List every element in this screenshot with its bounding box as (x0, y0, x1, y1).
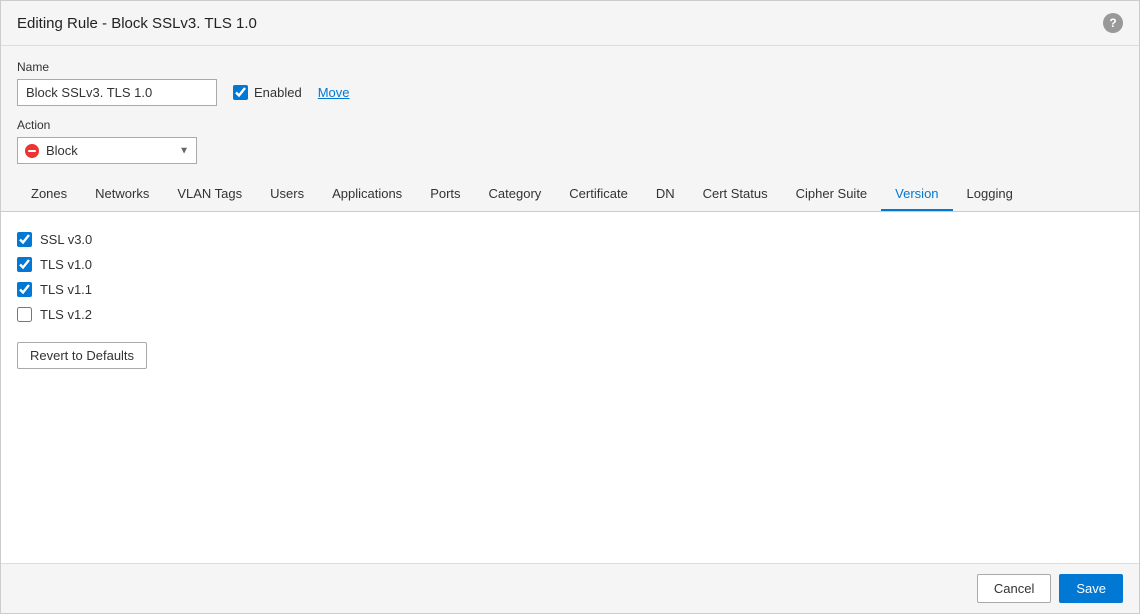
version-label-tls10: TLS v1.0 (40, 257, 92, 272)
tab-networks[interactable]: Networks (81, 178, 163, 211)
dialog-header: Editing Rule - Block SSLv3. TLS 1.0 ? (1, 1, 1139, 46)
name-input[interactable] (17, 79, 217, 106)
tab-applications[interactable]: Applications (318, 178, 416, 211)
tab-cert-status[interactable]: Cert Status (689, 178, 782, 211)
enabled-row: Enabled (233, 85, 302, 100)
tab-ports[interactable]: Ports (416, 178, 474, 211)
tab-category[interactable]: Category (475, 178, 556, 211)
version-item-tls10: TLS v1.0 (17, 257, 1123, 272)
help-icon[interactable]: ? (1103, 13, 1123, 33)
version-label-tls11: TLS v1.1 (40, 282, 92, 297)
tab-version[interactable]: Version (881, 178, 952, 211)
top-section: Name Enabled Move Action Block Allow Dec… (1, 46, 1139, 178)
save-button[interactable]: Save (1059, 574, 1123, 603)
tab-zones[interactable]: Zones (17, 178, 81, 211)
dialog-footer: Cancel Save (1, 563, 1139, 613)
tab-users[interactable]: Users (256, 178, 318, 211)
version-list: SSL v3.0 TLS v1.0 TLS v1.1 TLS v1.2 (17, 232, 1123, 322)
move-link[interactable]: Move (318, 85, 350, 100)
enabled-checkbox[interactable] (233, 85, 248, 100)
revert-to-defaults-button[interactable]: Revert to Defaults (17, 342, 147, 369)
checkbox-tls-v11[interactable] (17, 282, 32, 297)
tab-vlan-tags[interactable]: VLAN Tags (163, 178, 256, 211)
tab-dn[interactable]: DN (642, 178, 689, 211)
enabled-label: Enabled (254, 85, 302, 100)
action-select[interactable]: Block Allow Decrypt (17, 137, 197, 164)
version-item-tls11: TLS v1.1 (17, 282, 1123, 297)
version-item-tls12: TLS v1.2 (17, 307, 1123, 322)
checkbox-ssl-v3[interactable] (17, 232, 32, 247)
name-label: Name (17, 60, 1123, 74)
dialog: Editing Rule - Block SSLv3. TLS 1.0 ? Na… (0, 0, 1140, 614)
checkbox-tls-v10[interactable] (17, 257, 32, 272)
action-select-wrapper: Block Allow Decrypt ▼ (17, 137, 197, 164)
tab-certificate[interactable]: Certificate (555, 178, 642, 211)
version-label-tls12: TLS v1.2 (40, 307, 92, 322)
name-row: Enabled Move (17, 79, 1123, 106)
tab-cipher-suite[interactable]: Cipher Suite (782, 178, 882, 211)
action-row: Block Allow Decrypt ▼ (17, 137, 1123, 164)
tab-content-version: SSL v3.0 TLS v1.0 TLS v1.1 TLS v1.2 Reve… (1, 212, 1139, 563)
tabs-bar: Zones Networks VLAN Tags Users Applicati… (1, 178, 1139, 212)
cancel-button[interactable]: Cancel (977, 574, 1051, 603)
version-item-ssl30: SSL v3.0 (17, 232, 1123, 247)
action-label: Action (17, 118, 1123, 132)
dialog-body: Name Enabled Move Action Block Allow Dec… (1, 46, 1139, 563)
dialog-title: Editing Rule - Block SSLv3. TLS 1.0 (17, 15, 257, 32)
version-label-ssl30: SSL v3.0 (40, 232, 92, 247)
checkbox-tls-v12[interactable] (17, 307, 32, 322)
tab-logging[interactable]: Logging (953, 178, 1027, 211)
